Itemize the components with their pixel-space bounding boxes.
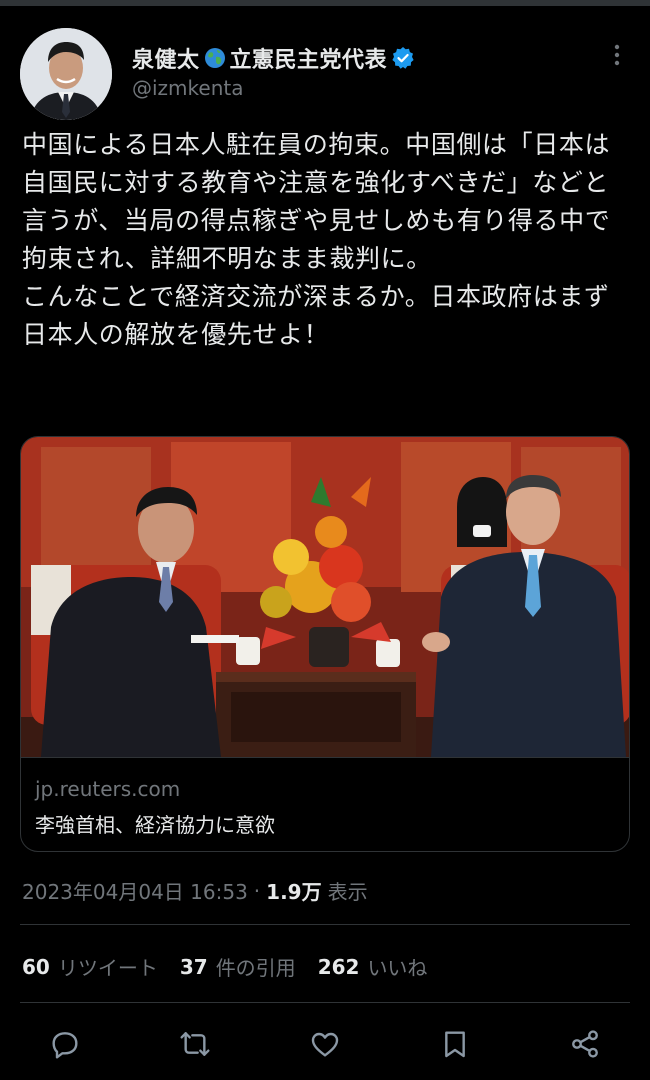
tweet-header: 泉健太 立憲民主党代表 @izmkenta <box>20 28 630 120</box>
share-icon[interactable] <box>568 1027 602 1061</box>
quotes-count[interactable]: 37 <box>180 955 208 979</box>
meta-separator: · <box>253 878 261 903</box>
card-divider <box>21 757 629 758</box>
more-options-icon[interactable] <box>604 42 630 68</box>
tweet-text: 中国による日本人駐在員の拘束。中国側は「日本は自国民に対する教育や注意を強化すべ… <box>22 130 611 349</box>
globe-emoji-icon <box>204 47 226 69</box>
retweets-label[interactable]: リツイート <box>58 952 158 981</box>
verified-badge-icon <box>391 46 415 70</box>
card-domain: jp.reuters.com <box>35 777 181 801</box>
name-row[interactable]: 泉健太 立憲民主党代表 <box>132 42 415 74</box>
views-label: 表示 <box>327 880 368 904</box>
tweet-stats: 60 リツイート 37 件の引用 262 いいね <box>22 952 441 981</box>
reply-icon[interactable] <box>48 1027 82 1061</box>
retweets-count[interactable]: 60 <box>22 955 50 979</box>
avatar-photo <box>20 28 112 120</box>
divider-stats <box>20 1002 630 1003</box>
action-bar <box>20 1020 630 1068</box>
top-divider <box>0 0 650 6</box>
handle[interactable]: @izmkenta <box>132 76 243 100</box>
retweet-icon[interactable] <box>178 1027 212 1061</box>
display-name[interactable]: 泉健太 <box>132 42 200 74</box>
divider-meta <box>20 924 630 925</box>
card-image[interactable] <box>21 437 630 757</box>
avatar[interactable] <box>20 28 112 120</box>
quotes-label[interactable]: 件の引用 <box>216 952 296 981</box>
bookmark-icon[interactable] <box>438 1027 472 1061</box>
timestamp[interactable]: 2023年04月04日 16:53 <box>22 876 248 905</box>
tweet-meta: 2023年04月04日 16:53 · 1.9万 表示 <box>22 876 368 905</box>
card-title[interactable]: 李強首相、経済協力に意欲 <box>35 809 275 838</box>
like-icon[interactable] <box>308 1027 342 1061</box>
display-name-suffix[interactable]: 立憲民主党代表 <box>230 42 388 74</box>
views-count: 1.9万 <box>266 880 322 904</box>
likes-label[interactable]: いいね <box>367 952 427 981</box>
likes-count[interactable]: 262 <box>318 955 360 979</box>
link-card[interactable]: jp.reuters.com 李強首相、経済協力に意欲 <box>20 436 630 852</box>
